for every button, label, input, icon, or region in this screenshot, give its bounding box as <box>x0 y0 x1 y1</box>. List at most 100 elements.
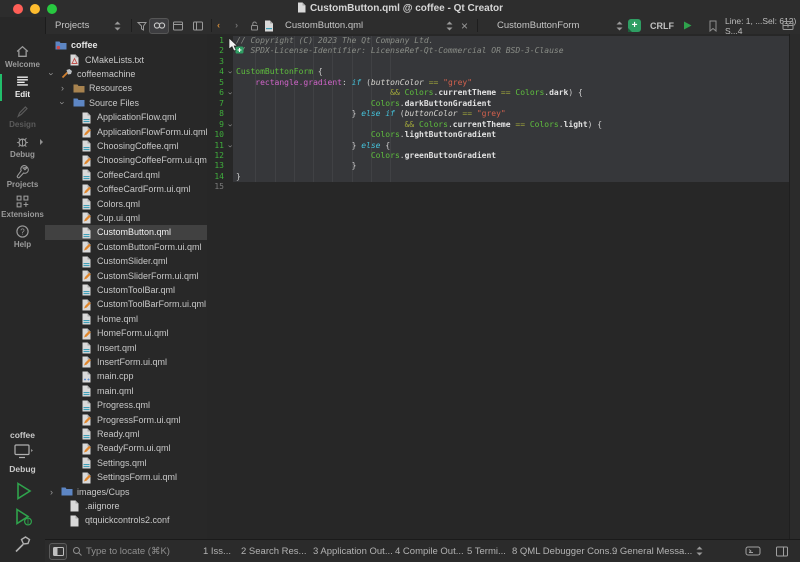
code-line-11[interactable]: } else { <box>236 141 390 151</box>
chevron-down-icon[interactable]: › <box>45 72 59 75</box>
tree-item-readyform-ui-qml[interactable]: ReadyForm.ui.qml <box>45 441 207 455</box>
kit-selector-button[interactable] <box>0 443 45 461</box>
tree-item-coffee[interactable]: coffee <box>45 38 207 52</box>
tree-item-resources[interactable]: ›Resources <box>45 81 207 95</box>
sidebar-item-welcome[interactable]: Welcome <box>0 44 45 73</box>
flyout-arrow-icon[interactable] <box>40 139 43 145</box>
synchronize-link-icon[interactable] <box>149 17 169 34</box>
sidebar-item-label: Welcome <box>5 60 40 69</box>
code-line-7[interactable]: Colors.darkButtonGradient <box>236 99 491 109</box>
chevron-right-icon[interactable]: › <box>50 485 53 499</box>
tree-item--aiignore[interactable]: .aiignore <box>45 499 207 513</box>
tree-item-cup-ui-qml[interactable]: Cup.ui.qml <box>45 211 207 225</box>
run-qml-preview-icon[interactable] <box>682 17 693 34</box>
output-pane-button-8[interactable]: 8 QML Debugger Cons... <box>512 540 617 562</box>
tree-item-source-files[interactable]: ›Source Files <box>45 96 207 110</box>
updown-arrows-icon[interactable] <box>615 17 624 34</box>
updown-arrows-icon[interactable] <box>695 540 704 562</box>
updown-arrows-icon[interactable] <box>113 17 122 34</box>
tree-item-settingsform-ui-qml[interactable]: SettingsForm.ui.qml <box>45 470 207 484</box>
tree-item-coffeecardform-ui-qml[interactable]: CoffeeCardForm.ui.qml <box>45 182 207 196</box>
close-sidebar-icon[interactable] <box>192 17 204 34</box>
fold-marker-icon[interactable]: › <box>225 121 235 129</box>
fold-marker-icon[interactable]: › <box>225 69 235 77</box>
sidebar-item-edit[interactable]: Edit <box>0 74 45 103</box>
code-line-5[interactable]: rectangle.gradient: if (buttonColor == "… <box>236 78 472 88</box>
output-pane-button-1[interactable]: 1 Iss... <box>203 540 231 562</box>
toggle-right-panel-icon[interactable] <box>776 540 788 562</box>
tree-item-coffeecard-qml[interactable]: CoffeeCard.qml <box>45 168 207 182</box>
fold-marker-icon[interactable]: › <box>225 142 235 150</box>
sidebar-item-help[interactable]: ?Help <box>0 224 45 253</box>
tree-item-ready-qml[interactable]: Ready.qml <box>45 427 207 441</box>
code-line-8[interactable]: } else if (buttonColor == "grey" <box>236 109 506 119</box>
code-line-4[interactable]: CustomButtonForm { <box>236 67 323 77</box>
tree-item-insertform-ui-qml[interactable]: InsertForm.ui.qml <box>45 355 207 369</box>
filter-icon[interactable] <box>136 17 148 34</box>
split-view-icon[interactable] <box>172 17 184 34</box>
code-editor[interactable]: 1// Copyright (C) 2023 The Qt Company Lt… <box>207 34 800 540</box>
tree-item-main-qml[interactable]: main.qml <box>45 384 207 398</box>
bookmark-icon[interactable] <box>708 17 718 34</box>
line-ending-selector[interactable]: CRLF <box>650 17 674 34</box>
tree-item-home-qml[interactable]: Home.qml <box>45 312 207 326</box>
tree-item-choosingcoffee-qml[interactable]: ChoosingCoffee.qml <box>45 139 207 153</box>
tree-item-qtquickcontrols2-conf[interactable]: qtquickcontrols2.conf <box>45 513 207 527</box>
fold-marker-icon[interactable]: › <box>225 89 235 97</box>
output-pane-button-9[interactable]: 9 General Messa... <box>612 540 692 562</box>
tree-item-customtoolbar-qml[interactable]: CustomToolBar.qml <box>45 283 207 297</box>
projects-dropdown[interactable]: Projects <box>55 17 89 34</box>
code-line-1[interactable]: // Copyright (C) 2023 The Qt Company Ltd… <box>236 36 433 46</box>
sidebar-item-extensions[interactable]: Extensions <box>0 194 45 223</box>
tree-item-applicationflow-qml[interactable]: ApplicationFlow.qml <box>45 110 207 124</box>
tree-item-progress-qml[interactable]: Progress.qml <box>45 398 207 412</box>
tree-item-images-cups[interactable]: ›images/Cups <box>45 484 207 498</box>
symbol-overview-dropdown[interactable]: CustomButtonForm <box>497 17 579 34</box>
tree-item-main-cpp[interactable]: main.cpp <box>45 369 207 383</box>
tree-item-settings-qml[interactable]: Settings.qml <box>45 456 207 470</box>
tree-item-homeform-ui-qml[interactable]: HomeForm.ui.qml <box>45 326 207 340</box>
output-pane-button-4[interactable]: 4 Compile Out... <box>395 540 464 562</box>
tree-item-choosingcoffeeform-ui-qml[interactable]: ChoosingCoffeeForm.ui.qml <box>45 153 207 167</box>
toggle-left-sidebar-button[interactable] <box>49 543 67 560</box>
tree-item-customtoolbarform-ui-qml[interactable]: CustomToolBarForm.ui.qml <box>45 297 207 311</box>
split-editor-icon[interactable] <box>782 17 794 34</box>
code-line-13[interactable]: } <box>236 161 356 171</box>
tree-item-coffeemachine[interactable]: ›coffeemachine <box>45 67 207 81</box>
close-document-icon[interactable]: × <box>461 17 468 34</box>
tree-item-custombutton-qml[interactable]: CustomButton.qml <box>45 225 207 239</box>
forward-icon[interactable]: › <box>235 17 238 34</box>
output-pane-button-3[interactable]: 3 Application Out... <box>313 540 393 562</box>
tree-item-progressform-ui-qml[interactable]: ProgressForm.ui.qml <box>45 412 207 426</box>
tree-item-insert-qml[interactable]: Insert.qml <box>45 340 207 354</box>
sidebar-item-projects[interactable]: Projects <box>0 164 45 193</box>
tree-item-cmakelists-txt[interactable]: CMakeLists.txt <box>45 52 207 66</box>
code-line-9[interactable]: && Colors.currentTheme == Colors.light) … <box>236 120 602 130</box>
build-button[interactable] <box>0 533 45 555</box>
tree-item-colors-qml[interactable]: Colors.qml <box>45 196 207 210</box>
qml-file-icon <box>81 169 92 183</box>
run-button[interactable] <box>0 480 45 502</box>
editor-scrollbar[interactable] <box>789 34 800 540</box>
locator-input[interactable]: Type to locate (⌘K) <box>86 540 170 562</box>
tree-item-customsliderform-ui-qml[interactable]: CustomSliderForm.ui.qml <box>45 268 207 282</box>
open-document-dropdown[interactable]: CustomButton.qml <box>285 17 363 34</box>
back-icon[interactable]: ‹ <box>217 17 220 34</box>
output-console-icon[interactable] <box>745 540 761 562</box>
chevron-down-icon[interactable]: › <box>56 101 70 104</box>
updown-arrows-icon[interactable] <box>445 17 454 34</box>
chevron-right-icon[interactable]: › <box>61 81 64 95</box>
tree-item-customslider-qml[interactable]: CustomSlider.qml <box>45 254 207 268</box>
debug-run-button[interactable] <box>0 506 45 528</box>
code-line-2[interactable]: // SPDX-License-Identifier: LicenseRef-Q… <box>236 46 564 56</box>
tree-item-custombuttonform-ui-qml[interactable]: CustomButtonForm.ui.qml <box>45 240 207 254</box>
output-pane-button-2[interactable]: 2 Search Res... <box>241 540 306 562</box>
code-line-12[interactable]: Colors.greenButtonGradient <box>236 151 496 161</box>
code-line-6[interactable]: && Colors.currentTheme == Colors.dark) { <box>236 88 583 98</box>
code-line-10[interactable]: Colors.lightButtonGradient <box>236 130 496 140</box>
vcs-status-badge[interactable]: + <box>628 17 641 34</box>
output-pane-button-5[interactable]: 5 Termi... <box>467 540 506 562</box>
code-line-14[interactable]: } <box>236 172 241 182</box>
tree-item-applicationflowform-ui-qml[interactable]: ApplicationFlowForm.ui.qml <box>45 124 207 138</box>
sidebar-item-debug[interactable]: Debug <box>0 134 45 163</box>
